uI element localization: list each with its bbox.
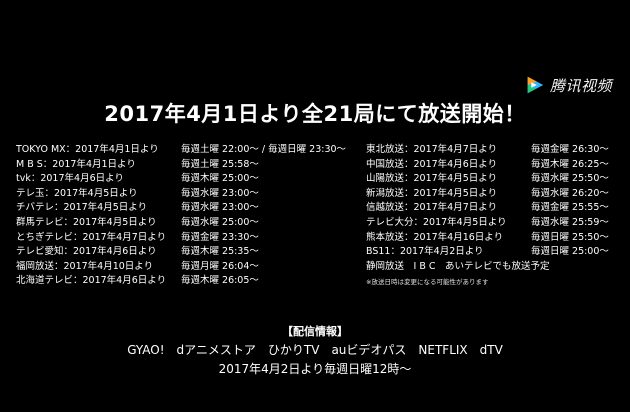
station-date: 山陽放送：2017年4月5日より bbox=[366, 173, 498, 185]
schedule-row: 福岡放送：2017年4月10日より 毎週月曜 26:04～ bbox=[16, 260, 356, 275]
logo-text: 腾讯视频 bbox=[549, 76, 612, 95]
schedule-left: TOKYO MX：2017年4月1日より 毎週土曜 22:00～ / 毎週日曜 2… bbox=[16, 143, 356, 289]
schedule-row: テレビ大分：2017年4月5日より 毎週水曜 25:59～ bbox=[366, 216, 621, 231]
additional-stations-text: 静岡放送 I B C あいテレビでも放送予定 bbox=[366, 260, 550, 272]
schedule-row: 東北放送：2017年4月7日より 毎週金曜 26:30～ bbox=[366, 143, 621, 158]
broadcast-time: 毎週木曜 26:05～ bbox=[181, 275, 259, 287]
station-date: 北海道テレビ：2017年4月6日より bbox=[16, 275, 167, 287]
broadcast-time: 毎週土曜 22:00～ / 毎週日曜 23:30～ bbox=[181, 144, 347, 155]
schedule-row: tvk：2017年4月6日より 毎週木曜 25:00～ bbox=[16, 172, 356, 187]
broadcast-time: 毎週水曜 25:59～ bbox=[531, 216, 609, 228]
distribution-schedule: 2017年4月2日より毎週日曜12時～ bbox=[218, 362, 412, 376]
schedule-row: 熊本放送：2017年4月16日より 毎週日曜 25:50～ bbox=[366, 231, 621, 246]
station-date: 熊本放送：2017年4月16日より bbox=[366, 231, 504, 243]
broadcast-time: 毎週水曜 25:50～ bbox=[531, 173, 609, 185]
distribution-services: GYAO! dアニメストア ひかりTV auビデオパス NETFLIX dTV bbox=[127, 343, 503, 357]
station-date: 中国放送：2017年4月6日より bbox=[366, 158, 498, 170]
broadcast-time: 毎週木曜 25:35～ bbox=[181, 246, 259, 258]
schedule-right: 東北放送：2017年4月7日より 毎週金曜 26:30～ 中国放送：2017年4月6… bbox=[366, 143, 621, 286]
broadcast-time: 毎週水曜 23:00～ bbox=[181, 202, 259, 214]
broadcast-time: 毎週水曜 23:00～ bbox=[181, 187, 259, 199]
station-date: 信越放送：2017年4月7日より bbox=[366, 202, 498, 214]
station-date: BS11：2017年4月2日より bbox=[366, 246, 484, 258]
station-date: 福岡放送：2017年4月10日より bbox=[16, 260, 154, 272]
watermark-logo: 腾讯视频 bbox=[524, 74, 612, 96]
broadcast-time: 毎週日曜 25:50～ bbox=[531, 231, 609, 243]
additional-stations: 静岡放送 I B C あいテレビでも放送予定 bbox=[366, 260, 621, 275]
schedule-row: とちぎテレビ：2017年4月7日より 毎週金曜 23:30～ bbox=[16, 231, 356, 246]
station-date: M B S：2017年4月1日より bbox=[16, 158, 136, 170]
schedule-row: 中国放送：2017年4月6日より 毎週木曜 26:25～ bbox=[366, 158, 621, 173]
station-date: 東北放送：2017年4月7日より bbox=[366, 144, 498, 155]
headline: 2017年4月1日より全21局にて放送開始！ bbox=[104, 102, 526, 126]
station-date: tvk：2017年4月6日より bbox=[16, 173, 124, 185]
schedule-row: 新潟放送：2017年4月5日より 毎週水曜 26:20～ bbox=[366, 187, 621, 202]
schedule-row: TOKYO MX：2017年4月1日より 毎週土曜 22:00～ / 毎週日曜 2… bbox=[16, 143, 356, 158]
station-date: テレビ愛知：2017年4月6日より bbox=[16, 246, 157, 258]
schedule-row: 群馬テレビ：2017年4月5日より 毎週水曜 25:00～ bbox=[16, 216, 356, 231]
schedule-row: M B S：2017年4月1日より 毎週土曜 25:58～ bbox=[16, 158, 356, 173]
video-frame: 腾讯视频 2017年4月1日より全21局にて放送開始！ TOKYO MX：201… bbox=[0, 0, 630, 412]
station-date: 群馬テレビ：2017年4月5日より bbox=[16, 216, 157, 228]
schedule-row: テレ玉：2017年4月5日より 毎週水曜 23:00～ bbox=[16, 187, 356, 202]
play-triangle-icon bbox=[527, 76, 544, 94]
distribution-info: 【配信情報】 GYAO! dアニメストア ひかりTV auビデオパス NETFL… bbox=[0, 322, 630, 379]
station-date: テレ玉：2017年4月5日より bbox=[16, 187, 138, 199]
broadcast-time: 毎週水曜 26:20～ bbox=[531, 187, 609, 199]
broadcast-time: 毎週金曜 25:55～ bbox=[531, 202, 609, 214]
broadcast-time: 毎週木曜 26:25～ bbox=[531, 158, 609, 170]
station-date: 新潟放送：2017年4月5日より bbox=[366, 187, 498, 199]
broadcast-time: 毎週木曜 25:00～ bbox=[181, 173, 259, 185]
schedule-note: ※放送日時は変更になる可能性があります bbox=[366, 278, 489, 287]
broadcast-time: 毎週水曜 25:00～ bbox=[181, 216, 259, 228]
station-date: TOKYO MX：2017年4月1日より bbox=[16, 144, 159, 155]
schedule-row: 山陽放送：2017年4月5日より 毎週水曜 25:50～ bbox=[366, 172, 621, 187]
station-date: チバテレ：2017年4月5日より bbox=[16, 202, 148, 214]
distribution-heading: 【配信情報】 bbox=[282, 325, 348, 338]
station-date: とちぎテレビ：2017年4月7日より bbox=[16, 231, 167, 243]
broadcast-time: 毎週金曜 23:30～ bbox=[181, 231, 259, 243]
broadcast-time: 毎週月曜 26:04～ bbox=[181, 260, 259, 272]
schedule-row: 信越放送：2017年4月7日より 毎週金曜 25:55～ bbox=[366, 201, 621, 216]
broadcast-time: 毎週金曜 26:30～ bbox=[531, 144, 609, 155]
station-date: テレビ大分：2017年4月5日より bbox=[366, 216, 507, 228]
schedule-row: 北海道テレビ：2017年4月6日より 毎週木曜 26:05～ bbox=[16, 274, 356, 289]
schedule-row: チバテレ：2017年4月5日より 毎週水曜 23:00～ bbox=[16, 201, 356, 216]
schedule-row: BS11：2017年4月2日より 毎週日曜 25:00～ bbox=[366, 245, 621, 260]
broadcast-time: 毎週土曜 25:58～ bbox=[181, 158, 259, 170]
broadcast-time: 毎週日曜 25:00～ bbox=[531, 246, 609, 258]
schedule-row: テレビ愛知：2017年4月6日より 毎週木曜 25:35～ bbox=[16, 245, 356, 260]
